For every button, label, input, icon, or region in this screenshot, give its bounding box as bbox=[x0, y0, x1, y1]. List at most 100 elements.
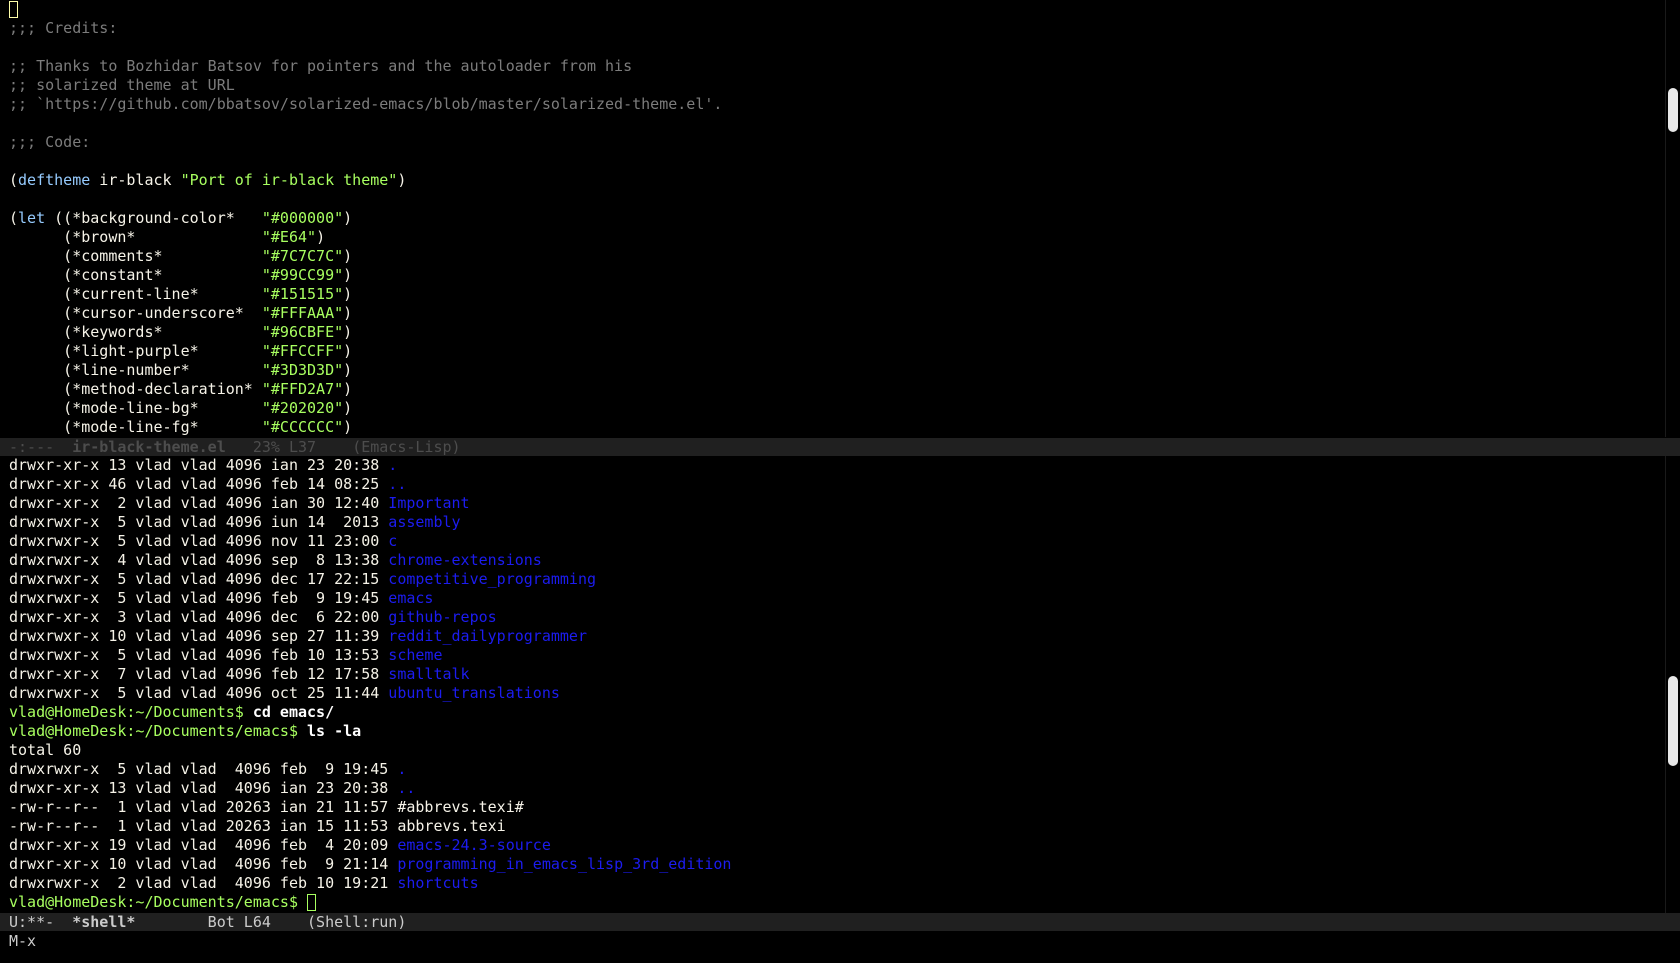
emacs-frame: ;;; Credits: ;; Thanks to Bozhidar Batsov… bbox=[0, 0, 1680, 963]
modeline-buffer-name[interactable]: ir-black-theme.el bbox=[72, 438, 226, 456]
line-text: let bbox=[18, 209, 46, 227]
shell-line[interactable]: drwxrwxr-x 5 vlad vlad 4096 feb 10 13:53… bbox=[0, 646, 1658, 665]
shell-line[interactable]: -rw-r--r-- 1 vlad vlad 20263 ian 15 11:5… bbox=[0, 817, 1658, 836]
code-line[interactable] bbox=[0, 152, 1658, 171]
shell-line[interactable]: drwxrwxr-x 5 vlad vlad 4096 feb 9 19:45 … bbox=[0, 760, 1658, 779]
directory-name[interactable]: shortcuts bbox=[397, 874, 478, 892]
code-line[interactable]: (deftheme ir-black "Port of ir-black the… bbox=[0, 171, 1658, 190]
code-line[interactable]: ;; solarized theme at URL bbox=[0, 76, 1658, 95]
modeline-position: 23% L37 bbox=[225, 438, 353, 456]
line-text: drwxrwxr-x 5 vlad vlad 4096 dec 17 22:15 bbox=[9, 570, 389, 588]
shell-line[interactable]: drwxr-xr-x 19 vlad vlad 4096 feb 4 20:09… bbox=[0, 836, 1658, 855]
line-text: drwxrwxr-x 5 vlad vlad 4096 feb 9 19:45 bbox=[9, 589, 389, 607]
shell-prompt-line[interactable]: vlad@HomeDesk:~/Documents/emacs$ bbox=[0, 893, 1658, 912]
shell-line[interactable]: total 60 bbox=[0, 741, 1658, 760]
line-text: ) bbox=[343, 209, 353, 227]
shell-scrollbar-thumb[interactable] bbox=[1668, 676, 1678, 766]
directory-name[interactable]: ubuntu_translations bbox=[388, 684, 560, 702]
editor-scrollbar-thumb[interactable] bbox=[1668, 88, 1678, 132]
editor-mode-line[interactable]: -:--- ir-black-theme.el 23% L37 (Emacs-L… bbox=[0, 438, 1680, 456]
code-area[interactable]: ;;; Credits: ;; Thanks to Bozhidar Batsov… bbox=[0, 19, 1658, 437]
code-line[interactable] bbox=[0, 190, 1658, 209]
directory-name[interactable]: scheme bbox=[388, 646, 442, 664]
directory-name[interactable]: . bbox=[388, 456, 397, 474]
shell-line[interactable]: drwxrwxr-x 10 vlad vlad 4096 sep 27 11:3… bbox=[0, 627, 1658, 646]
modeline-major-mode[interactable]: (Emacs-Lisp) bbox=[352, 438, 460, 456]
directory-name[interactable]: Important bbox=[388, 494, 469, 512]
directory-name[interactable]: smalltalk bbox=[388, 665, 469, 683]
shell-line[interactable]: drwxr-xr-x 2 vlad vlad 4096 ian 30 12:40… bbox=[0, 494, 1658, 513]
line-text: drwxr-xr-x 2 vlad vlad 4096 ian 30 12:40 bbox=[9, 494, 389, 512]
code-line[interactable]: (let ((*background-color* "#000000") bbox=[0, 209, 1658, 228]
shell-line[interactable]: drwxrwxr-x 5 vlad vlad 4096 oct 25 11:44… bbox=[0, 684, 1658, 703]
code-line[interactable]: (*method-declaration* "#FFD2A7") bbox=[0, 380, 1658, 399]
line-text: ) bbox=[343, 323, 353, 341]
directory-name[interactable]: emacs-24.3-source bbox=[397, 836, 551, 854]
line-text: "#E64" bbox=[261, 228, 317, 246]
shell-line[interactable]: drwxrwxr-x 5 vlad vlad 4096 dec 17 22:15… bbox=[0, 570, 1658, 589]
shell-line[interactable]: -rw-r--r-- 1 vlad vlad 20263 ian 21 11:5… bbox=[0, 798, 1658, 817]
shell-line[interactable]: drwxrwxr-x 4 vlad vlad 4096 sep 8 13:38 … bbox=[0, 551, 1658, 570]
line-text: ir-black bbox=[90, 171, 181, 189]
code-line[interactable] bbox=[0, 114, 1658, 133]
editor-window[interactable]: ;;; Credits: ;; Thanks to Bozhidar Batsov… bbox=[0, 0, 1658, 437]
code-line[interactable]: (*line-number* "#3D3D3D") bbox=[0, 361, 1658, 380]
code-line[interactable]: (*keywords* "#96CBFE") bbox=[0, 323, 1658, 342]
shell-line[interactable]: drwxr-xr-x 13 vlad vlad 4096 ian 23 20:3… bbox=[0, 456, 1658, 475]
modeline-buffer-name[interactable]: *shell* bbox=[72, 913, 135, 931]
code-line[interactable]: (*light-purple* "#FFCCFF") bbox=[0, 342, 1658, 361]
code-line[interactable]: (*current-line* "#151515") bbox=[0, 285, 1658, 304]
directory-name[interactable]: emacs bbox=[388, 589, 433, 607]
directory-name[interactable]: . bbox=[397, 760, 406, 778]
line-text: drwxrwxr-x 5 vlad vlad 4096 feb 9 19:45 bbox=[9, 760, 398, 778]
shell-line[interactable]: drwxr-xr-x 13 vlad vlad 4096 ian 23 20:3… bbox=[0, 779, 1658, 798]
shell-line[interactable]: drwxrwxr-x 2 vlad vlad 4096 feb 10 19:21… bbox=[0, 874, 1658, 893]
shell-line[interactable]: drwxr-xr-x 3 vlad vlad 4096 dec 6 22:00 … bbox=[0, 608, 1658, 627]
shell-window[interactable]: drwxr-xr-x 13 vlad vlad 4096 ian 23 20:3… bbox=[0, 456, 1658, 913]
line-text: ) bbox=[343, 399, 353, 417]
editor-scrollbar[interactable] bbox=[1665, 0, 1680, 437]
line-text: ) bbox=[343, 285, 353, 303]
shell-line[interactable]: drwxrwxr-x 5 vlad vlad 4096 nov 11 23:00… bbox=[0, 532, 1658, 551]
shell-line[interactable]: vlad@HomeDesk:~/Documents$ cd emacs/ bbox=[0, 703, 1658, 722]
cursor-line[interactable] bbox=[0, 0, 1658, 19]
line-text: drwxr-xr-x 10 vlad vlad 4096 feb 9 21:14 bbox=[9, 855, 398, 873]
line-text: ) bbox=[316, 228, 326, 246]
line-text: "#FFFAAA" bbox=[261, 304, 344, 322]
directory-name[interactable]: .. bbox=[388, 475, 406, 493]
code-line[interactable]: ;; Thanks to Bozhidar Batsov for pointer… bbox=[0, 57, 1658, 76]
code-line[interactable]: ;; `https://github.com/bbatsov/solarized… bbox=[0, 95, 1658, 114]
code-line[interactable]: (*comments* "#7C7C7C") bbox=[0, 247, 1658, 266]
shell-line[interactable]: drwxrwxr-x 5 vlad vlad 4096 feb 9 19:45 … bbox=[0, 589, 1658, 608]
directory-name[interactable]: c bbox=[388, 532, 397, 550]
shell-line[interactable]: drwxrwxr-x 5 vlad vlad 4096 iun 14 2013 … bbox=[0, 513, 1658, 532]
code-line[interactable]: (*constant* "#99CC99") bbox=[0, 266, 1658, 285]
code-line[interactable] bbox=[0, 38, 1658, 57]
shell-output[interactable]: drwxr-xr-x 13 vlad vlad 4096 ian 23 20:3… bbox=[0, 456, 1658, 893]
line-text: (*mode-line-fg* bbox=[9, 418, 262, 436]
code-line[interactable]: (*mode-line-bg* "#202020") bbox=[0, 399, 1658, 418]
shell-line[interactable]: drwxr-xr-x 7 vlad vlad 4096 feb 12 17:58… bbox=[0, 665, 1658, 684]
line-text: ) bbox=[343, 418, 353, 436]
shell-line[interactable]: vlad@HomeDesk:~/Documents/emacs$ ls -la bbox=[0, 722, 1658, 741]
directory-name[interactable]: chrome-extensions bbox=[388, 551, 542, 569]
shell-line[interactable]: drwxr-xr-x 10 vlad vlad 4096 feb 9 21:14… bbox=[0, 855, 1658, 874]
code-line[interactable]: (*mode-line-fg* "#CCCCCC") bbox=[0, 418, 1658, 437]
shell-line[interactable]: drwxr-xr-x 46 vlad vlad 4096 feb 14 08:2… bbox=[0, 475, 1658, 494]
code-line[interactable]: ;;; Credits: bbox=[0, 19, 1658, 38]
directory-name[interactable]: reddit_dailyprogrammer bbox=[388, 627, 587, 645]
directory-name[interactable]: .. bbox=[397, 779, 415, 797]
line-text: ;; solarized theme at URL bbox=[9, 76, 235, 94]
modeline-major-mode[interactable]: (Shell:run) bbox=[307, 913, 406, 931]
code-line[interactable]: ;;; Code: bbox=[0, 133, 1658, 152]
code-line[interactable]: (*cursor-underscore* "#FFFAAA") bbox=[0, 304, 1658, 323]
text-cursor bbox=[9, 1, 18, 18]
shell-mode-line[interactable]: U:**- *shell* Bot L64 (Shell:run) bbox=[0, 913, 1680, 931]
minibuffer[interactable]: M-x bbox=[0, 932, 36, 951]
directory-name[interactable]: assembly bbox=[388, 513, 460, 531]
directory-name[interactable]: github-repos bbox=[388, 608, 496, 626]
directory-name[interactable]: programming_in_emacs_lisp_3rd_edition bbox=[397, 855, 731, 873]
directory-name[interactable]: competitive_programming bbox=[388, 570, 596, 588]
shell-scrollbar[interactable] bbox=[1665, 456, 1680, 913]
code-line[interactable]: (*brown* "#E64") bbox=[0, 228, 1658, 247]
